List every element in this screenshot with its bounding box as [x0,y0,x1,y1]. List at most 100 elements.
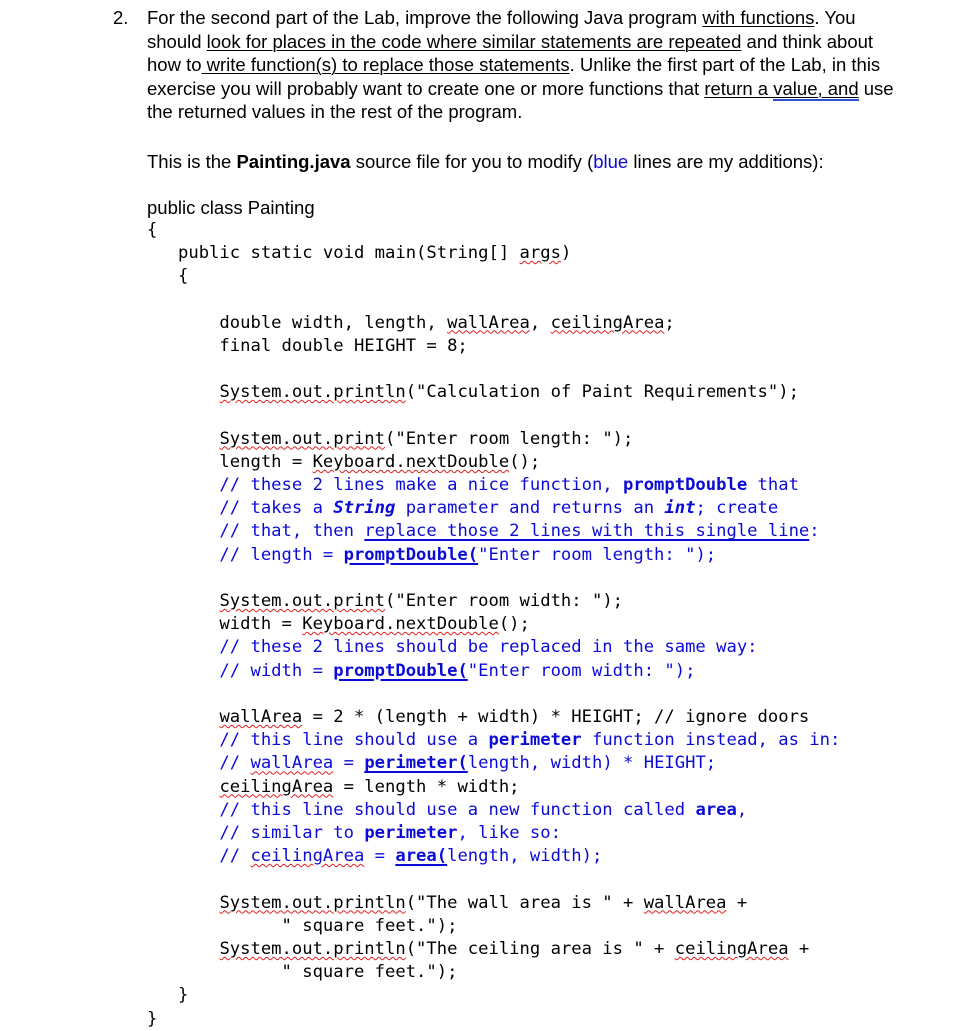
instruction-text-segment-3: look for places in the code where simila… [206,30,742,52]
code-token-6-0: final double HEIGHT = 8; [147,335,468,356]
code-line: wallArea = 2 * (length + width) * HEIGHT… [147,706,903,729]
code-token-27-1: perimeter [364,822,458,843]
code-token-2-0: public static void main(String[] [147,242,520,263]
code-line-class-declaration: public class Painting [147,196,315,218]
code-token-34-0: } [147,985,189,1006]
code-token-11-0: length = [147,451,313,472]
code-token-14-2: : [809,521,820,542]
code-line: } [147,1008,903,1031]
code-line: ceilingArea = length * width; [147,776,903,799]
code-line: double width, length, wallArea, ceilingA… [147,312,903,335]
code-token-32-0 [147,939,219,959]
code-line: } [147,984,903,1007]
code-token-25-2: = length * width; [333,776,520,797]
code-token-27-2: , like so: [457,822,561,843]
code-line: " square feet."); [147,915,903,938]
source-file-intro-paragraph: This is the Painting.java source file fo… [147,150,903,174]
code-token-5-4: ; [664,312,675,333]
list-item-number: 2. [113,7,129,28]
instruction-text-segment-10: in the rest of the program. [305,101,523,123]
code-token-13-3: int [664,498,696,519]
code-token-18-0: width = [147,614,303,635]
code-token-11-2: (); [509,451,541,472]
code-token-18-1: Keyboard.nextDouble [302,614,499,635]
code-token-8-0 [147,382,219,402]
code-token-2-2: ) [560,242,572,263]
code-token-28-4: length, width); [447,846,603,867]
code-token-8-2: ("Calculation of Paint Requirements"); [405,382,799,403]
code-line: System.out.print("Enter room length: "); [147,428,903,451]
code-token-13-1: String [333,498,396,519]
code-token-25-1: ceilingArea [219,776,334,797]
code-token-13-4: ; create [695,498,779,519]
instruction-text-segment-0: For the second part of the Lab, improve … [147,7,703,28]
code-line: // that, then replace those 2 lines with… [147,520,903,543]
intro-text-segment-2: source file for you to modify ( [350,150,594,172]
code-token-3-0: { [147,266,189,287]
instruction-text-segment-5: write function(s) to replace those state… [201,54,570,76]
code-token-20-2: "Enter room width: "); [467,660,696,681]
code-line: { [147,219,903,242]
code-line: System.out.println("The wall area is " +… [147,892,903,915]
code-token-5-1: wallArea [447,312,530,333]
code-token-22-1: wallArea [219,706,303,727]
code-token-11-1: Keyboard.nextDouble [312,451,510,472]
code-token-24-2: = [333,753,365,774]
code-token-25-0 [147,777,219,797]
code-line: { [147,265,903,288]
code-token-15-0: // length = [147,544,344,565]
document-page: 2. For the second part of the Lab, impro… [0,0,961,1029]
code-token-23-0: // this line should use a [147,730,489,751]
code-token-23-1: perimeter [488,730,582,751]
code-token-12-0: // these 2 lines make a nice function, [147,474,623,495]
code-token-30-2: ("The wall area is " + [405,892,644,913]
code-token-14-0: // that, then [147,521,365,542]
code-token-22-2: = 2 * (length + width) * HEIGHT; // igno… [302,706,810,727]
code-token-15-1: promptDouble( [343,544,479,565]
code-line: " square feet."); [147,961,903,984]
code-token-20-0: // width = [147,660,334,681]
code-token-5-3: ceilingArea [550,312,665,333]
code-token-18-2: (); [498,614,530,635]
code-token-13-2: parameter and returns an [395,498,665,519]
code-token-24-1: wallArea [250,753,334,774]
code-line: // these 2 lines make a nice function, p… [147,474,903,497]
code-line: // these 2 lines should be replaced in t… [147,636,903,659]
code-token-26-0: // this line should use a new function c… [147,799,696,820]
code-line: System.out.println("Calculation of Paint… [147,381,903,404]
code-token-2-1: args [519,242,561,263]
code-token-17-2: ("Enter room width: "); [385,590,624,611]
code-token-5-2: , [529,312,551,333]
code-token-10-0 [147,429,219,449]
code-line: length = Keyboard.nextDouble(); [147,451,903,474]
code-token-33-0: " square feet."); [147,962,458,983]
numbered-list-item-2: 2. For the second part of the Lab, impro… [0,6,961,1031]
code-token-28-0: // [147,846,251,867]
code-token-28-1: ceilingArea [250,846,365,867]
code-token-17-1: System.out.print [219,590,386,611]
code-line: public static void main(String[] args) [147,242,903,265]
code-token-27-0: // similar to [147,822,365,843]
instruction-text-segment-8: value, and [773,77,859,101]
code-token-32-4: + [788,938,810,959]
code-token-13-0: // takes a [147,498,334,519]
code-token-20-1: promptDouble( [333,660,468,681]
code-token-12-2: that [747,474,799,495]
code-token-22-0 [147,707,219,727]
code-token-24-4: length, width) * HEIGHT; [467,753,717,774]
instruction-text-segment-7: return a [704,77,774,99]
code-line: // width = promptDouble("Enter room widt… [147,660,903,683]
code-token-24-0: // [147,753,251,774]
code-token-28-3: area( [395,846,448,867]
code-token-1-0: { [147,219,158,240]
code-token-24-3: perimeter( [364,753,468,774]
code-token-30-0 [147,893,219,913]
intro-text-segment-0: This is the [147,150,237,172]
